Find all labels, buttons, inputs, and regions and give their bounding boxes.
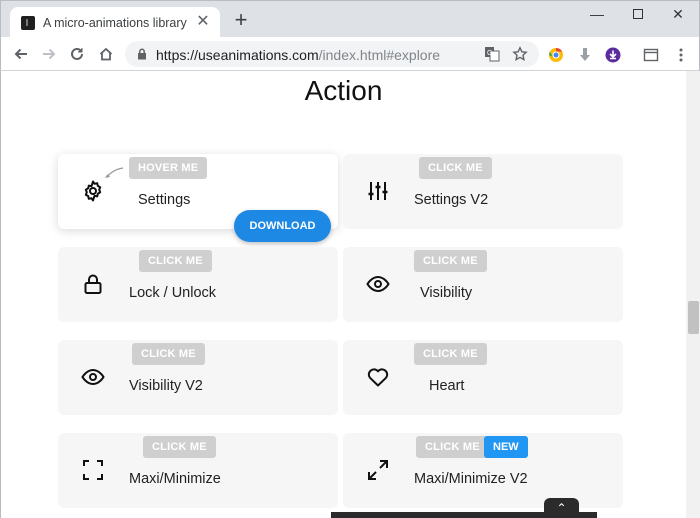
browser-tab[interactable]: A micro-animations library ✕: [10, 7, 220, 39]
hover-me-badge: HOVER ME: [129, 157, 208, 179]
new-tab-button[interactable]: +: [230, 9, 252, 32]
card-lock-unlock[interactable]: CLICK ME Lock / Unlock: [58, 247, 338, 322]
card-label: Heart: [429, 378, 465, 394]
click-me-badge: CLICK ME: [139, 250, 212, 272]
eye-icon: [81, 368, 105, 386]
svg-text:G: G: [487, 50, 492, 57]
extension-chrome-icon[interactable]: [547, 46, 565, 64]
home-button[interactable]: [94, 42, 118, 66]
lock-icon: [138, 48, 146, 60]
favicon-icon: [21, 16, 35, 30]
page-viewport: Action HOVER ME Settings DOWNLOAD CLICK …: [0, 71, 700, 518]
card-label: Visibility V2: [129, 378, 203, 394]
gear-icon: [84, 180, 102, 202]
card-label: Settings: [138, 192, 191, 208]
page-scrollbar[interactable]: [686, 71, 700, 518]
download-button[interactable]: DOWNLOAD: [234, 210, 331, 242]
card-label: Lock / Unlock: [129, 285, 217, 301]
home-icon: [99, 47, 113, 61]
window-minimize-button[interactable]: —: [579, 4, 615, 24]
click-me-badge: CLICK ME: [416, 436, 489, 458]
download-arrow-icon[interactable]: [576, 46, 594, 64]
sliders-icon: [368, 182, 388, 200]
arrow-left-icon: [14, 48, 27, 60]
extension-window-icon[interactable]: [642, 46, 660, 64]
maximize-icon: [83, 460, 103, 480]
reload-icon: [71, 47, 83, 60]
back-button[interactable]: [9, 42, 33, 66]
scrollbar-thumb[interactable]: [688, 301, 699, 334]
window-maximize-button[interactable]: [620, 4, 656, 24]
heart-icon: [367, 368, 389, 387]
url-path: /index.html#explore: [318, 47, 441, 63]
curved-arrow-icon: [105, 167, 124, 178]
tab-close-icon[interactable]: ✕: [194, 13, 212, 31]
card-settings-v2[interactable]: CLICK ME Settings V2: [343, 154, 623, 229]
section-heading: Action: [304, 75, 383, 106]
card-label: Visibility: [420, 285, 473, 301]
click-me-badge: CLICK ME: [414, 250, 487, 272]
arrow-right-icon: [43, 48, 56, 60]
tab-title: A micro-animations library: [43, 16, 187, 30]
reload-button[interactable]: [65, 42, 89, 66]
eye-icon: [366, 275, 390, 293]
card-visibility[interactable]: CLICK ME Visibility: [343, 247, 623, 322]
click-me-badge: CLICK ME: [414, 343, 487, 365]
window-close-button[interactable]: ✕: [660, 4, 696, 24]
extension-download-icon[interactable]: [604, 46, 622, 64]
scroll-top-button[interactable]: ⌃: [544, 498, 579, 518]
url-text: https://useanimations.com/index.html#exp…: [156, 47, 440, 63]
click-me-badge: CLICK ME: [143, 436, 216, 458]
card-maxi-minimize-v2[interactable]: CLICK ME NEW Maxi/Minimize V2: [343, 433, 623, 508]
click-me-badge: CLICK ME: [419, 157, 492, 179]
address-bar[interactable]: https://useanimations.com/index.html#exp…: [125, 41, 539, 67]
new-badge: NEW: [484, 436, 528, 458]
bookmark-star-icon[interactable]: [511, 45, 529, 63]
card-label: Maxi/Minimize V2: [414, 471, 528, 487]
url-host: https://useanimations.com: [156, 47, 319, 63]
maximize-square-icon: [633, 9, 643, 19]
translate-icon[interactable]: G: [483, 45, 501, 63]
card-maxi-minimize[interactable]: CLICK ME Maxi/Minimize: [58, 433, 338, 508]
card-heart[interactable]: CLICK ME Heart: [343, 340, 623, 415]
card-label: Maxi/Minimize: [129, 471, 221, 487]
lock-icon: [84, 274, 102, 294]
card-visibility-v2[interactable]: CLICK ME Visibility V2: [58, 340, 338, 415]
click-me-badge: CLICK ME: [132, 343, 205, 365]
forward-button[interactable]: [37, 42, 61, 66]
menu-kebab-icon[interactable]: [672, 46, 690, 64]
browser-toolbar: https://useanimations.com/index.html#exp…: [0, 37, 700, 71]
expand-arrows-icon: [368, 460, 388, 480]
card-label: Settings V2: [414, 192, 489, 208]
browser-titlebar: A micro-animations library ✕ + — ✕: [0, 0, 700, 39]
